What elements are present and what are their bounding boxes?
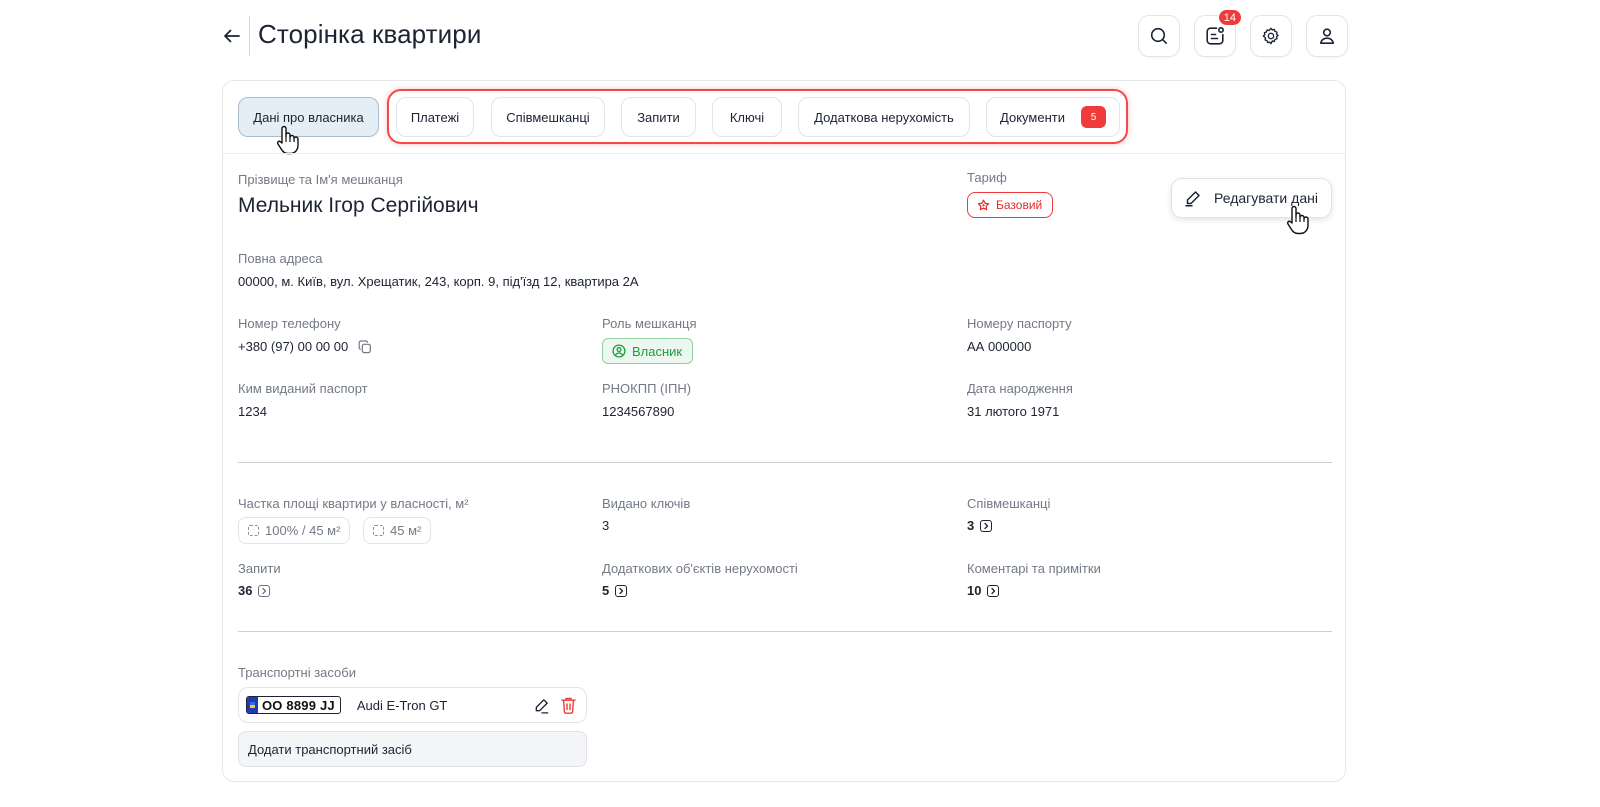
cohabitants-label: Співмешканці — [967, 496, 1051, 511]
pencil-icon — [1185, 191, 1200, 207]
tab-label: Дані про власника — [253, 109, 364, 125]
address-label: Повна адреса — [238, 251, 323, 266]
issued-by-value: 1234 — [238, 404, 267, 419]
license-plate: OO 8899 JJ — [246, 696, 341, 714]
header-divider — [249, 16, 250, 56]
dashed-square-icon — [373, 525, 384, 536]
profile-button[interactable] — [1306, 15, 1348, 57]
cohabitants-row: 3 — [967, 518, 993, 533]
plate-flag-icon — [247, 697, 258, 713]
area-chip: 45 м² — [363, 517, 432, 544]
edit-data-button[interactable]: Редагувати дані — [1171, 178, 1332, 218]
comments-value: 10 — [967, 583, 982, 598]
user-circle-icon — [612, 344, 626, 358]
pencil-icon[interactable] — [533, 697, 550, 714]
role-value: Власник — [632, 343, 683, 359]
tax-id-label: РНОКПП (ІПН) — [602, 381, 692, 396]
requests-label: Запити — [238, 561, 281, 576]
vehicle-model: Audi E-Tron GT — [356, 697, 448, 713]
comments-label: Коментарі та примітки — [967, 561, 1101, 576]
tab-additional-property[interactable]: Додаткова нерухомість — [798, 97, 970, 137]
apartment-card: Дані про власника Платежі Співмешканці З… — [222, 80, 1346, 782]
requests-row: 36 — [238, 583, 271, 598]
notification-icon — [1206, 26, 1225, 45]
area-share-chip: 100% / 45 м² — [238, 517, 351, 544]
additional-property-label: Додаткових об'єктів нерухомості — [602, 561, 798, 576]
tab-payments[interactable]: Платежі — [396, 97, 474, 137]
section-divider — [238, 631, 1332, 632]
add-vehicle-button[interactable]: Додати транспортний засіб — [238, 731, 587, 767]
edit-data-label: Редагувати дані — [1214, 190, 1318, 206]
copy-icon[interactable] — [358, 339, 372, 354]
tab-label: Документи — [1000, 109, 1065, 125]
area-share-value: 100% / 45 м² — [265, 523, 341, 538]
vehicles-label: Транспортні засоби — [238, 665, 356, 680]
passport-value: АА 000000 — [967, 339, 1032, 354]
section-divider — [238, 462, 1332, 463]
back-button[interactable] — [220, 24, 244, 48]
requests-value: 36 — [238, 583, 253, 598]
passport-label: Номеру паспорту — [967, 316, 1072, 331]
chevron-right-icon[interactable] — [615, 584, 628, 597]
tab-label: Запити — [637, 109, 680, 125]
role-label: Роль мешканця — [602, 316, 697, 331]
tab-label: Платежі — [410, 109, 460, 125]
tab-label: Додаткова нерухомість — [814, 109, 954, 125]
phone-label: Номер телефону — [238, 316, 341, 331]
documents-count-badge: 5 — [1080, 106, 1106, 128]
tab-label: Співмешканці — [506, 109, 590, 125]
additional-property-row: 5 — [602, 583, 628, 598]
user-icon — [1320, 28, 1334, 44]
comments-row: 10 — [967, 583, 1000, 598]
phone-value: +380 (97) 00 00 00 — [238, 339, 349, 354]
cohabitants-value: 3 — [967, 518, 975, 533]
tax-id-value: 1234567890 — [602, 404, 675, 419]
page-title: Сторінка квартири — [258, 19, 482, 49]
arrow-left-icon — [224, 29, 240, 43]
address-value: 00000, м. Київ, вул. Хрещатик, 243, корп… — [238, 274, 639, 289]
dashed-square-icon — [248, 525, 259, 536]
chevron-right-icon[interactable] — [987, 584, 1000, 597]
tab-owner-data[interactable]: Дані про власника — [238, 97, 379, 137]
gear-icon — [1262, 27, 1279, 45]
trash-icon[interactable] — [560, 696, 577, 714]
tab-cohabitants[interactable]: Співмешканці — [491, 97, 605, 137]
tariff-badge: Базовий — [967, 192, 1054, 218]
area-share-label: Частка площі квартири у власності, м² — [238, 496, 469, 511]
role-badge: Власник — [602, 338, 694, 364]
notification-count-badge: 14 — [1217, 9, 1242, 26]
tariff-label: Тариф — [967, 170, 1007, 185]
search-button[interactable] — [1138, 15, 1180, 57]
settings-button[interactable] — [1250, 15, 1292, 57]
resident-name: Мельник Ігор Сергійович — [238, 194, 479, 217]
chevron-right-icon[interactable] — [258, 584, 271, 597]
tab-keys[interactable]: Ключі — [712, 97, 782, 137]
name-label: Прізвище та Ім'я мешканця — [238, 172, 403, 187]
tariff-value: Базовий — [996, 198, 1043, 212]
area-value: 45 м² — [390, 523, 422, 538]
issued-by-label: Ким виданий паспорт — [238, 381, 368, 396]
tabs-divider — [223, 153, 1345, 154]
tab-requests[interactable]: Запити — [621, 97, 696, 137]
plate-number: OO 8899 JJ — [262, 697, 335, 713]
tab-documents[interactable]: Документи 5 — [986, 97, 1120, 137]
tab-label: Ключі — [729, 109, 765, 125]
birth-date-value: 31 лютого 1971 — [967, 404, 1060, 419]
additional-property-value: 5 — [602, 583, 610, 598]
vehicle-item: OO 8899 JJ Audi E-Tron GT — [238, 687, 587, 723]
birth-date-label: Дата народження — [967, 381, 1073, 396]
keys-issued-value: 3 — [602, 518, 610, 533]
star-icon — [977, 199, 990, 210]
keys-issued-label: Видано ключів — [602, 496, 691, 511]
chevron-right-icon[interactable] — [980, 519, 993, 532]
search-icon — [1150, 27, 1167, 44]
notifications-button[interactable]: 14 — [1194, 9, 1242, 57]
phone-row: +380 (97) 00 00 00 — [238, 339, 372, 354]
